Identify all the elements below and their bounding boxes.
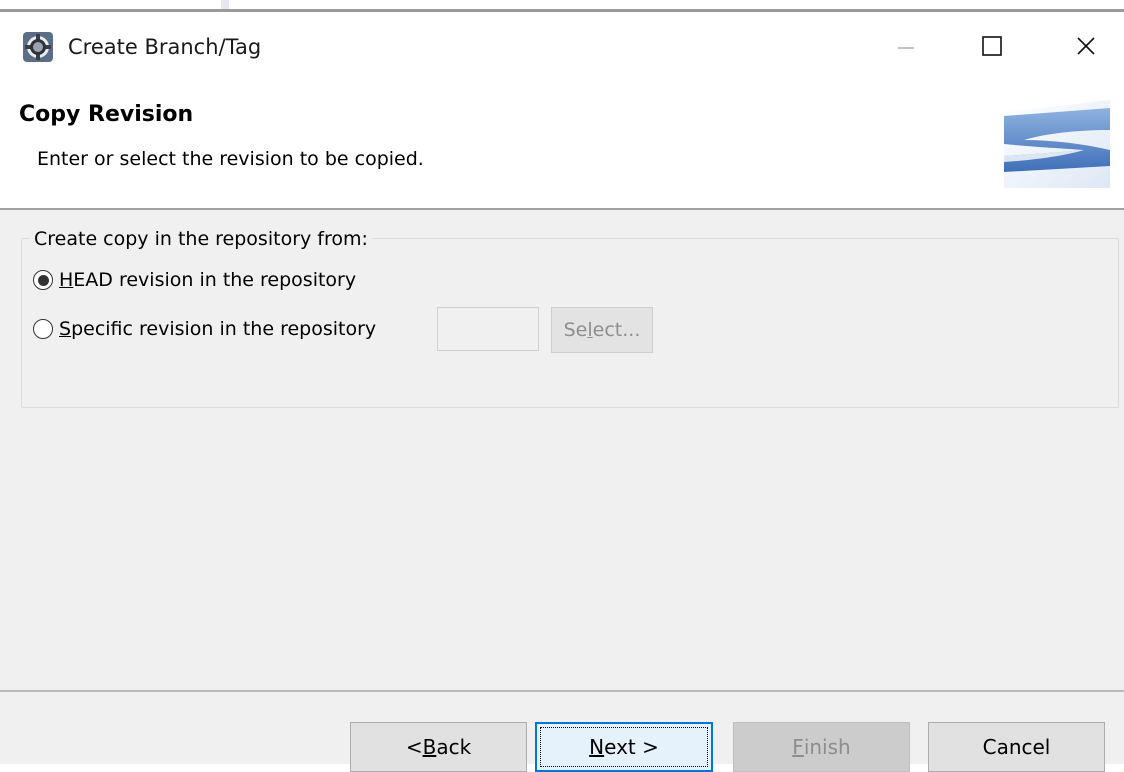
specific-revision-label: Specific revision in the repository (59, 318, 377, 340)
subversion-logo-icon (1004, 100, 1110, 188)
close-icon (1077, 37, 1095, 55)
minimize-button[interactable] (868, 12, 944, 80)
wizard-banner: Copy Revision Enter or select the revisi… (0, 80, 1124, 208)
head-revision-option[interactable]: HEAD revision in the repository (33, 267, 356, 293)
group-legend: Create copy in the repository from: (30, 227, 372, 251)
title-bar[interactable]: Create Branch/Tag (0, 12, 1124, 80)
cancel-button[interactable]: Cancel (928, 722, 1105, 772)
focus-rect (540, 727, 708, 767)
minimize-icon (898, 47, 914, 49)
wizard-button-bar: < Back Next > Finish Cancel (0, 692, 1124, 772)
eclipse-gear-icon (23, 32, 53, 62)
page-title: Copy Revision (19, 102, 194, 127)
window-title: Create Branch/Tag (68, 35, 262, 59)
background-window-edge (221, 0, 229, 9)
close-button[interactable] (1048, 12, 1124, 80)
maximize-icon (982, 36, 1002, 56)
select-revision-button[interactable]: Se l ect... (551, 307, 653, 353)
head-revision-radio[interactable] (33, 270, 53, 290)
head-revision-label: HEAD revision in the repository (59, 269, 357, 291)
maximize-button[interactable] (954, 12, 1030, 80)
finish-button[interactable]: Finish (733, 722, 910, 772)
next-button[interactable]: Next > (535, 722, 713, 772)
specific-revision-option[interactable]: Specific revision in the repository (33, 316, 376, 342)
page-description: Enter or select the revision to be copie… (37, 148, 424, 170)
back-button[interactable]: < Back (350, 722, 527, 772)
wizard-content: Create copy in the repository from: HEAD… (0, 210, 1124, 690)
revision-number-input[interactable] (437, 307, 539, 351)
specific-revision-radio[interactable] (33, 319, 53, 339)
